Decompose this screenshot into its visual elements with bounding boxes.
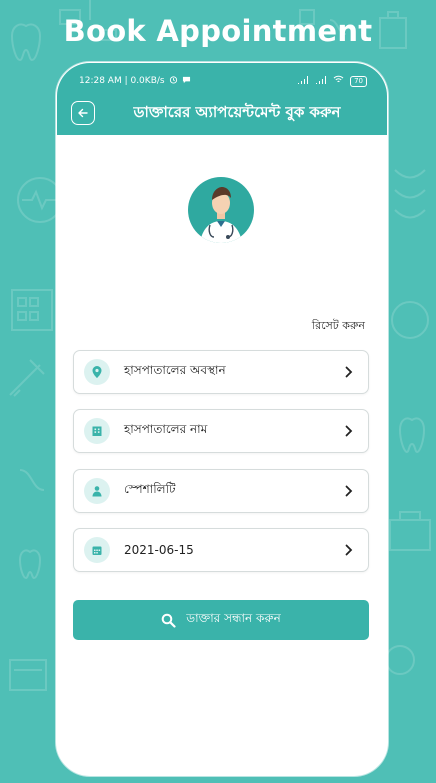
hospital-location-field[interactable]: হাসপাতালের অবস্থান: [73, 350, 369, 394]
signal-2-icon: [315, 75, 327, 87]
location-pin-icon: [84, 359, 110, 385]
wifi-icon: [333, 75, 344, 87]
person-icon: [84, 478, 110, 504]
alarm-icon: [169, 75, 178, 87]
date-field[interactable]: 2021-06-15: [73, 528, 369, 572]
doctor-avatar: [188, 177, 254, 243]
search-doctor-button[interactable]: ডাক্তার সন্ধান করুন: [73, 600, 369, 640]
app-header: 12:28 AM | 0.0KB/s 70 ডাক্তারের অ্যাপয়ে…: [57, 63, 387, 135]
specialty-label: স্পেশালিটি: [124, 482, 176, 496]
hospital-name-field[interactable]: হাসপাতালের নাম: [73, 409, 369, 453]
signal-icon: [297, 75, 309, 87]
app-bar: ডাক্তারের অ্যাপয়েন্টমেন্ট বুক করুন: [71, 99, 373, 127]
hospital-location-label: হাসপাতালের অবস্থান: [124, 363, 226, 377]
phone-frame: 12:28 AM | 0.0KB/s 70 ডাক্তারের অ্যাপয়ে…: [56, 62, 388, 776]
date-value: 2021-06-15: [124, 543, 194, 557]
battery-indicator: 70: [350, 75, 367, 87]
status-time: 12:28 AM | 0.0KB/s: [79, 76, 165, 86]
chevron-right-icon: [342, 543, 356, 557]
page-title: ডাক্তারের অ্যাপয়েন্টমেন্ট বুক করুন: [133, 102, 341, 121]
reset-link[interactable]: রিসেট করুন: [312, 317, 365, 336]
promo-title: Book Appointment: [63, 14, 373, 48]
chevron-right-icon: [342, 484, 356, 498]
search-icon: [161, 613, 176, 628]
status-bar: 12:28 AM | 0.0KB/s 70: [79, 73, 367, 89]
chevron-right-icon: [342, 424, 356, 438]
search-button-label: ডাক্তার সন্ধান করুন: [186, 611, 281, 625]
booking-form: রিসেট করুন হাসপাতালের অবস্থান হাসপাতালের…: [57, 135, 387, 775]
hospital-building-icon: [84, 418, 110, 444]
chevron-right-icon: [342, 365, 356, 379]
hospital-name-label: হাসপাতালের নাম: [124, 422, 208, 436]
arrow-left-icon: [78, 108, 88, 118]
message-icon: [182, 76, 191, 87]
back-button[interactable]: [71, 101, 95, 125]
calendar-icon: [84, 537, 110, 563]
specialty-field[interactable]: স্পেশালিটি: [73, 469, 369, 513]
